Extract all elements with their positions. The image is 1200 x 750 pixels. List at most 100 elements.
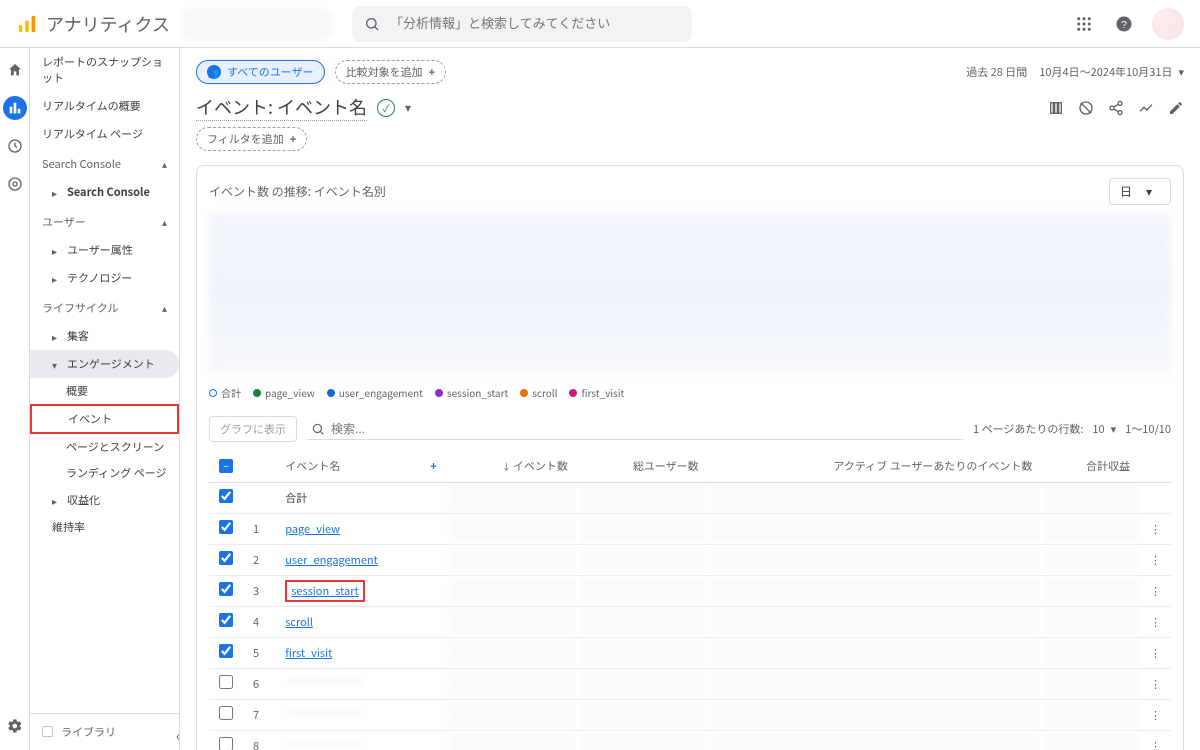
col-event-count[interactable]: ↓イベント数 [447,450,578,483]
chevron-down-icon: ▾ [1111,421,1117,437]
rail-reports-icon[interactable] [3,96,27,120]
data-quality-icon[interactable] [1078,100,1094,116]
row-menu-icon[interactable]: ⋮ [1140,607,1171,638]
caret-icon: ▸ [52,271,57,286]
legend-total[interactable]: 合計 [209,385,241,400]
sidebar-section-lifecycle[interactable]: ライフサイクル [30,292,179,322]
row-menu-icon[interactable]: ⋮ [1140,514,1171,545]
sidebar-engagement-overview[interactable]: 概要 [30,378,179,404]
sidebar-tech[interactable]: ▸テクノロジー [30,264,179,292]
total-row-label: 合計 [275,483,447,514]
row-menu-icon[interactable]: ⋮ [1140,638,1171,669]
status-ok-icon[interactable]: ✓ [377,99,395,117]
edit-icon[interactable] [1168,100,1184,116]
col-event-name[interactable]: イベント名 + [275,450,447,483]
sidebar-engagement-events[interactable]: イベント [30,404,179,434]
rail-admin-icon[interactable] [3,714,27,738]
row-checkbox[interactable] [219,644,233,658]
row-checkbox[interactable] [219,582,233,596]
rows-per-page-label: 1 ページあたりの行数: [973,421,1083,437]
sidebar-pages-screens[interactable]: ページとスクリーン [30,434,179,460]
date-range-picker[interactable]: 10月4日～2024年10月31日▾ [1039,64,1184,80]
table-search[interactable] [307,419,963,440]
table-toolbar: グラフに表示 1 ページあたりの行数: 10▾ 1～10/10 [209,408,1171,450]
sidebar-monetization[interactable]: ▸収益化 [30,486,179,514]
apps-icon[interactable] [1072,12,1096,36]
customize-columns-icon[interactable] [1048,100,1064,116]
users-icon: 👥 [207,65,221,79]
add-filter-button[interactable]: フィルタを追加+ [196,127,307,151]
legend-scroll[interactable]: scroll [520,385,557,400]
add-dimension-icon[interactable]: + [430,458,437,474]
sidebar-section-user[interactable]: ユーザー [30,206,179,236]
table-row: 4 scroll ⋮ [209,607,1171,638]
checkbox-mixed-icon[interactable]: − [219,459,233,473]
event-link[interactable]: first_visit [285,645,332,661]
chevron-down-icon[interactable]: ▾ [405,99,411,116]
row-checkbox[interactable] [219,613,233,627]
table-search-input[interactable] [331,422,959,436]
legend-page-view[interactable]: page_view [253,385,315,400]
title-row: イベント: イベント名 ✓ ▾ [196,94,1184,121]
legend-first-visit[interactable]: first_visit [569,385,624,400]
table-pagination: 1 ページあたりの行数: 10▾ 1～10/10 [973,420,1171,438]
user-avatar[interactable] [1152,8,1184,40]
event-link[interactable]: user_engagement [285,552,378,568]
legend-session-start[interactable]: session_start [435,385,508,400]
row-checkbox[interactable] [219,551,233,565]
insights-icon[interactable] [1138,100,1154,116]
sidebar-retention[interactable]: 維持率 [30,514,179,540]
chevron-up-icon [162,156,167,172]
sidebar-collapse-handle[interactable]: ‹ [176,726,180,746]
col-total-users[interactable]: 総ユーザー数 [578,450,709,483]
app-title: アナリティクス [46,11,170,37]
row-menu-icon[interactable]: ⋮ [1140,731,1171,750]
row-checkbox[interactable] [219,489,233,503]
row-checkbox[interactable] [219,675,233,689]
sidebar-library[interactable]: ▢ ライブラリ [30,713,179,750]
rail-ads-icon[interactable] [3,172,27,196]
chart-title: イベント数 の推移: イベント名別 [209,183,386,200]
add-comparison-button[interactable]: 比較対象を追加+ [335,60,447,84]
sidebar-engagement[interactable]: ▾エンゲージメント [30,350,179,378]
row-menu-icon[interactable]: ⋮ [1140,576,1171,607]
rail-explore-icon[interactable] [3,134,27,158]
page-title[interactable]: イベント: イベント名 [196,94,367,121]
share-icon[interactable] [1108,100,1124,116]
sidebar-user-attr[interactable]: ▸ユーザー属性 [30,236,179,264]
sidebar-realtime-overview[interactable]: リアルタイムの概要 [30,92,179,120]
plot-rows-button[interactable]: グラフに表示 [209,416,297,442]
event-link[interactable]: session_start [285,580,364,602]
rail-home-icon[interactable] [3,58,27,82]
col-events-per-active[interactable]: アクティブ ユーザーあたりのイベント数 [709,450,1043,483]
sidebar-landing[interactable]: ランディング ページ [30,460,179,486]
table-row: 2 user_engagement ⋮ [209,545,1171,576]
help-icon[interactable]: ? [1112,12,1136,36]
sidebar-acquisition[interactable]: ▸集客 [30,322,179,350]
row-checkbox[interactable] [219,520,233,534]
col-checkbox[interactable]: − [209,450,243,483]
sidebar-search-console[interactable]: ▸Search Console [30,178,179,206]
legend-user-engagement[interactable]: user_engagement [327,385,423,400]
chart-area[interactable] [209,213,1171,373]
global-search[interactable] [352,6,692,42]
row-checkbox[interactable] [219,737,233,750]
plus-icon: + [290,131,297,147]
row-menu-icon[interactable]: ⋮ [1140,700,1171,731]
svg-text:?: ? [1121,18,1127,30]
property-selector[interactable] [182,8,332,40]
event-link[interactable]: scroll [285,614,313,630]
event-link[interactable]: page_view [285,521,340,537]
controls-row: 👥 すべてのユーザー 比較対象を追加+ 過去 28 日間 10月4日～2024年… [196,48,1184,94]
sidebar-realtime-pages[interactable]: リアルタイム ページ [30,120,179,148]
sidebar-section-search-console[interactable]: Search Console [30,148,179,178]
granularity-select[interactable]: 日▾ [1109,178,1171,205]
col-total-revenue[interactable]: 合計収益 [1042,450,1140,483]
segment-all-users[interactable]: 👥 すべてのユーザー [196,60,325,84]
row-menu-icon[interactable]: ⋮ [1140,545,1171,576]
row-menu-icon[interactable]: ⋮ [1140,669,1171,700]
row-checkbox[interactable] [219,706,233,720]
sidebar-snapshot[interactable]: レポートのスナップショット [30,48,179,92]
search-input[interactable] [390,16,680,31]
rows-per-page-select[interactable]: 10▾ [1091,420,1117,438]
